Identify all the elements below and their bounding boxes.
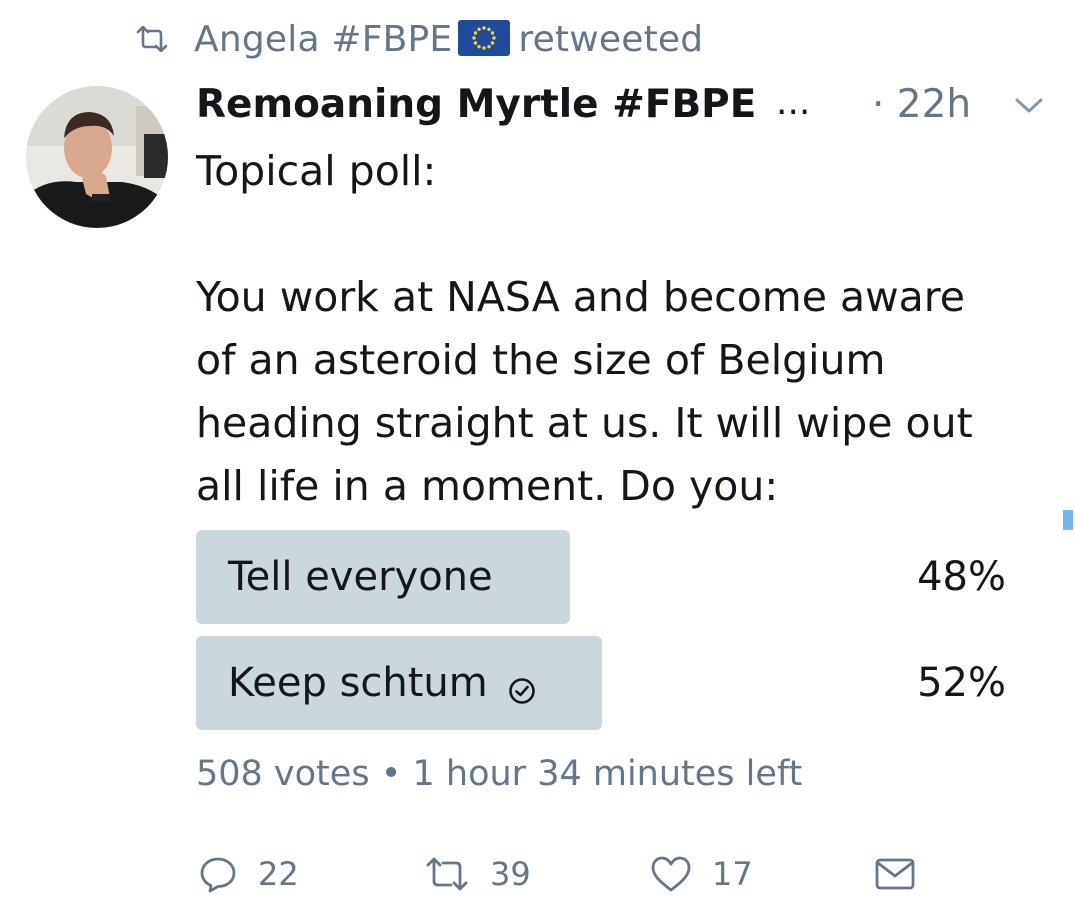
scroll-indicator	[1063, 510, 1073, 530]
reply-count: 22	[258, 855, 299, 893]
retweet-header: Angela #FBPE retweeted	[134, 14, 703, 64]
poll-option-percent: 52%	[917, 660, 1006, 706]
poll-option: Keep schtum 52%	[196, 636, 1006, 730]
name-ellipsis: ...	[776, 82, 811, 123]
retweeter-name[interactable]: Angela #FBPE	[194, 19, 452, 60]
poll-votes: 508 votes	[196, 754, 370, 794]
chevron-down-icon[interactable]	[1010, 94, 1048, 118]
poll-option-label: Tell everyone	[228, 554, 493, 600]
like-count: 17	[712, 855, 753, 893]
poll-option: Tell everyone 48%	[196, 530, 1006, 624]
poll-option-label: Keep schtum	[228, 660, 488, 706]
heart-icon	[651, 856, 691, 892]
poll-separator: •	[380, 754, 402, 794]
envelope-icon	[875, 858, 915, 890]
check-circle-icon	[508, 669, 536, 704]
retweet-count: 39	[490, 855, 531, 893]
poll-time-left: 1 hour 34 minutes left	[412, 754, 803, 794]
retweet-icon	[134, 25, 170, 53]
reply-icon	[200, 857, 236, 893]
eu-flag-icon	[458, 19, 511, 56]
retweet-suffix: retweeted	[518, 18, 704, 60]
retweet-icon	[426, 857, 468, 891]
poll-option-percent: 48%	[917, 554, 1006, 600]
avatar[interactable]	[26, 86, 168, 228]
like-button[interactable]: 17	[650, 850, 753, 898]
tweet-timestamp[interactable]: · 22h	[872, 82, 971, 127]
direct-message-button[interactable]	[874, 850, 936, 898]
retweet-button[interactable]: 39	[424, 850, 531, 898]
reply-button[interactable]: 22	[198, 850, 299, 898]
author-name[interactable]: Remoaning Myrtle #FBPE	[196, 82, 756, 127]
poll-meta: 508 votes • 1 hour 34 minutes left	[196, 754, 802, 794]
tweet-text: Topical poll: You work at NASA and becom…	[196, 147, 973, 510]
